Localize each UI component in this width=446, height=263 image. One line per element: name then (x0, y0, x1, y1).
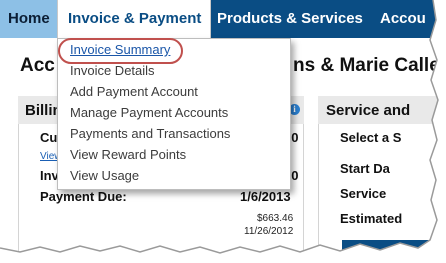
page: Home Invoice & Payment Products & Servic… (0, 0, 446, 263)
torn-edge-decoration (0, 0, 446, 263)
